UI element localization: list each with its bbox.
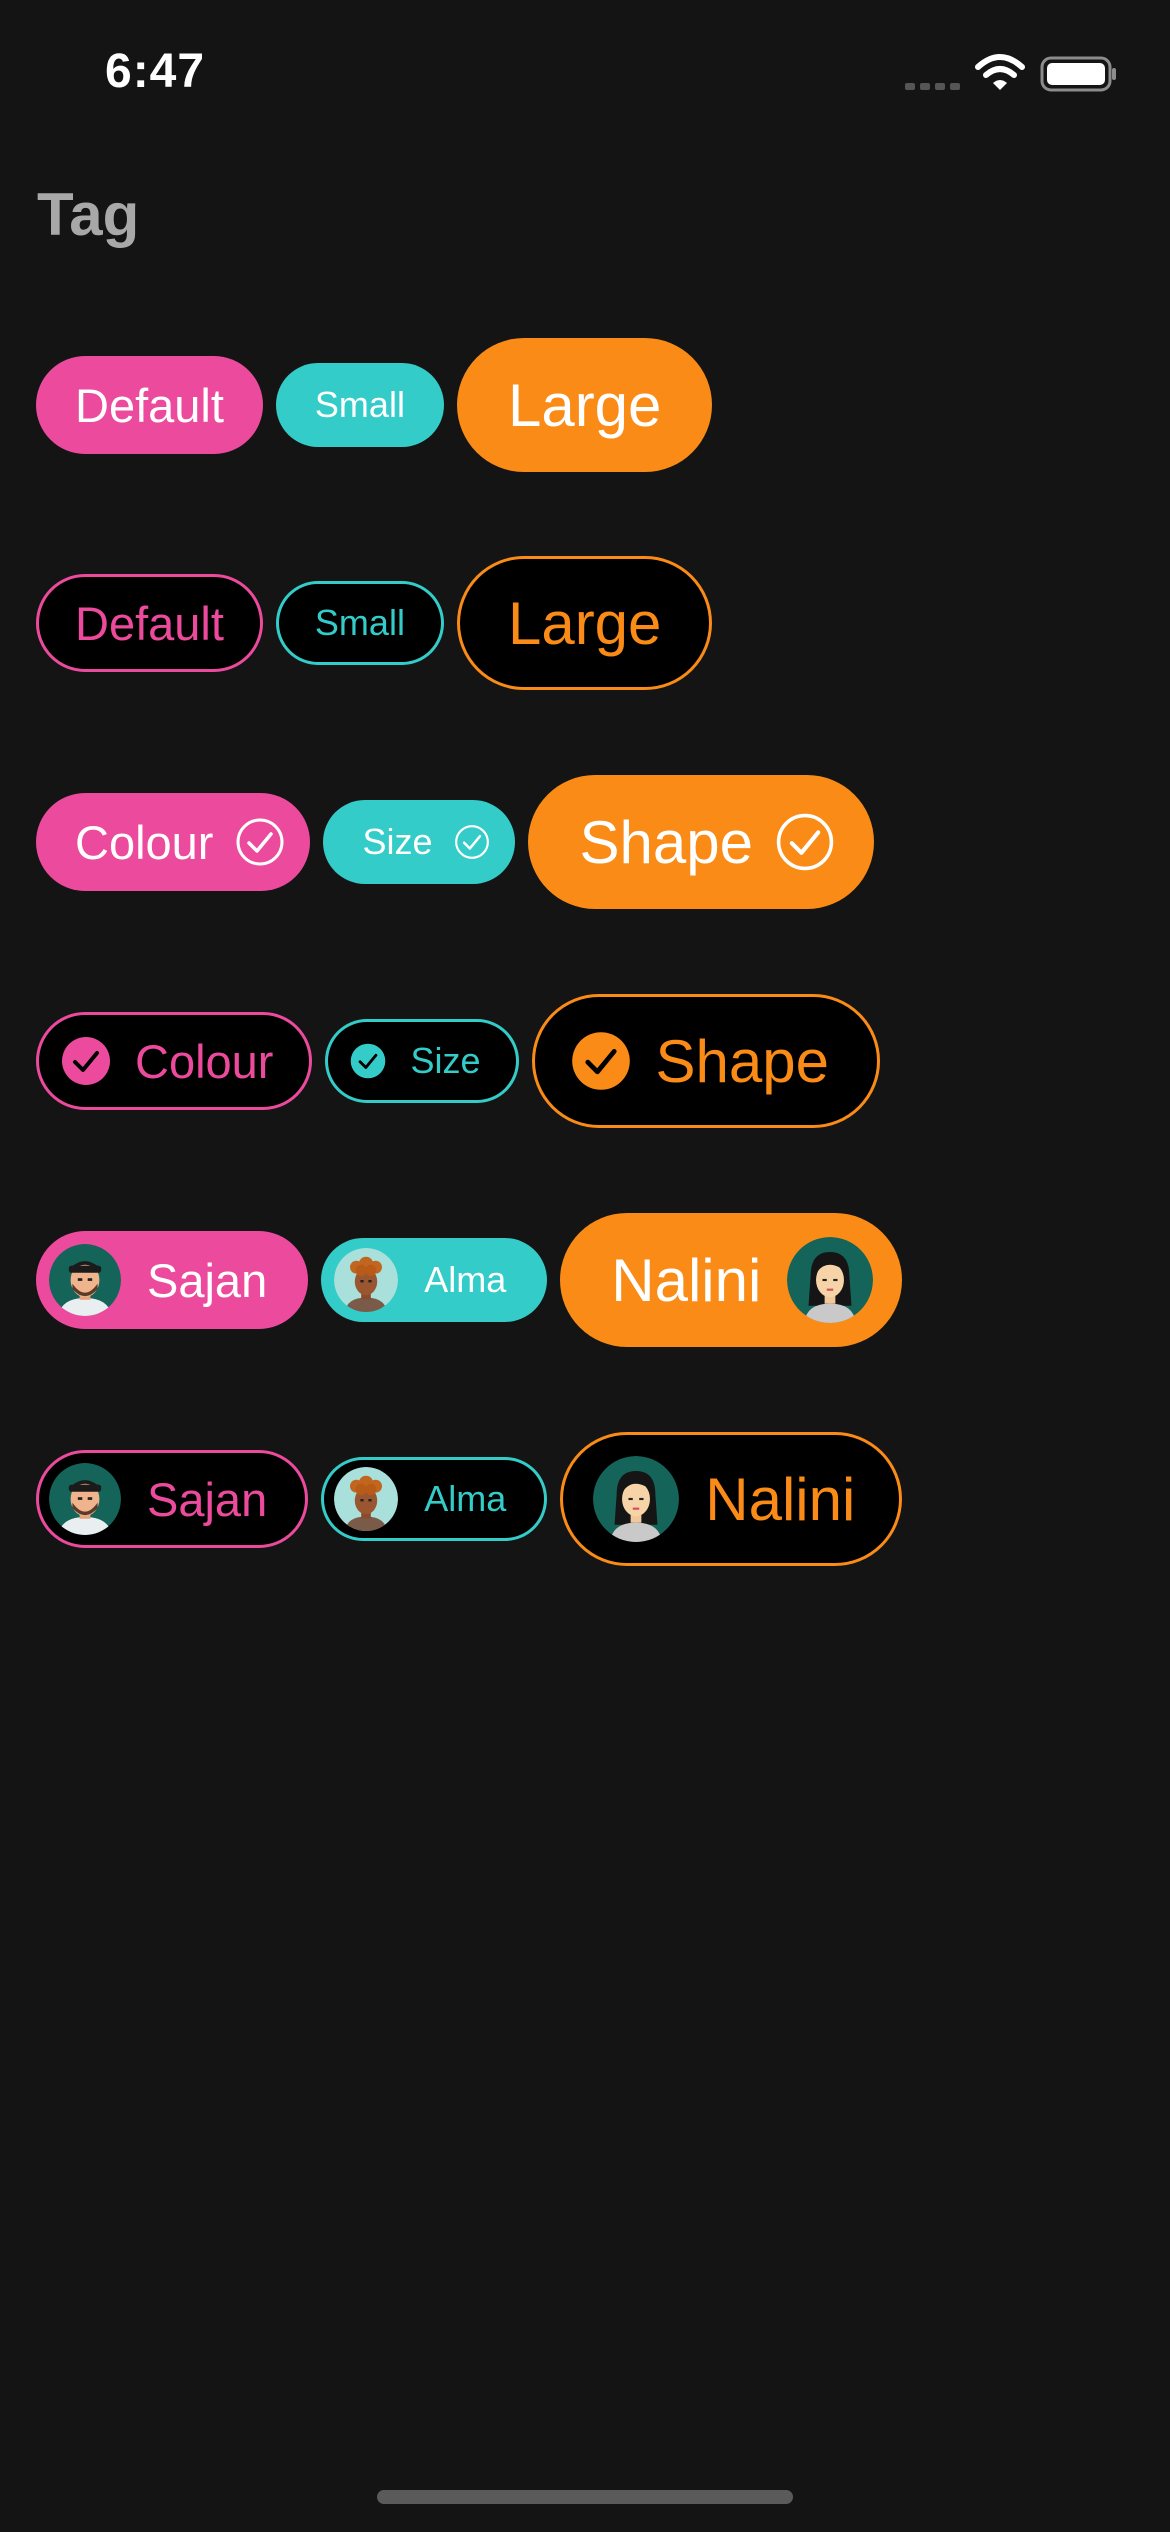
tag-person-alma-filled[interactable]: Alma: [321, 1238, 548, 1322]
tag-label: Default: [75, 596, 224, 650]
tag-label: Colour: [75, 815, 214, 869]
tag-label: Nalini: [705, 1465, 856, 1533]
tag-small-filled[interactable]: Small: [275, 363, 444, 447]
home-indicator[interactable]: [377, 2490, 793, 2504]
check-circle-icon: [571, 1031, 631, 1091]
check-circle-icon: [454, 824, 490, 860]
tag-label: Large: [507, 371, 662, 439]
tag-label: Nalini: [611, 1246, 762, 1314]
cellular-signal-icon: [905, 83, 960, 90]
tag-person-nalini-filled[interactable]: Nalini: [560, 1213, 903, 1347]
battery-icon: [1040, 56, 1116, 92]
tag-label: Default: [75, 378, 224, 432]
tag-default-filled[interactable]: Default: [36, 356, 263, 454]
tag-person-alma-outline[interactable]: Alma: [321, 1457, 548, 1541]
tag-shape-filled-selected[interactable]: Shape: [528, 775, 874, 909]
tag-person-sajan-filled[interactable]: Sajan: [36, 1231, 309, 1329]
tag-row-filled-sizes: Default Small Large: [36, 338, 713, 472]
tag-label: Alma: [424, 1259, 507, 1300]
tag-label: Alma: [424, 1478, 507, 1519]
check-circle-icon: [61, 1036, 111, 1086]
tag-label: Sajan: [147, 1253, 268, 1307]
tag-colour-outline-selected[interactable]: Colour: [36, 1012, 313, 1110]
avatar-alma: [334, 1248, 398, 1312]
tag-label: Size: [362, 821, 433, 862]
tag-large-outline[interactable]: Large: [456, 556, 713, 690]
avatar-sajan: [49, 1463, 121, 1535]
avatar-nalini: [593, 1456, 679, 1542]
page-title: Tag: [37, 181, 140, 248]
avatar-alma: [334, 1467, 398, 1531]
tag-row-filled-avatar: Sajan Alma Nalini: [36, 1213, 903, 1347]
tag-row-outline-check: Colour Size Shape: [36, 994, 880, 1128]
tag-colour-filled-selected[interactable]: Colour: [36, 793, 311, 891]
tag-label: Large: [507, 589, 662, 657]
wifi-icon: [975, 54, 1025, 90]
status-time: 6:47: [105, 45, 206, 98]
avatar-sajan: [49, 1244, 121, 1316]
tag-size-outline-selected[interactable]: Size: [325, 1019, 520, 1103]
tag-shape-outline-selected[interactable]: Shape: [532, 994, 880, 1128]
tag-default-outline[interactable]: Default: [36, 574, 263, 672]
tag-row-outline-avatar: Sajan Alma Nalini: [36, 1432, 903, 1566]
tag-person-nalini-outline[interactable]: Nalini: [560, 1432, 903, 1566]
tag-label: Shape: [655, 1027, 829, 1095]
tag-label: Small: [314, 384, 405, 425]
tag-label: Size: [410, 1040, 481, 1081]
avatar-nalini: [787, 1237, 873, 1323]
tag-label: Small: [314, 602, 405, 643]
status-bar: 6:47: [0, 0, 1170, 150]
check-circle-icon: [775, 812, 835, 872]
tag-label: Shape: [579, 808, 753, 876]
tag-small-outline[interactable]: Small: [275, 581, 444, 665]
tag-large-filled[interactable]: Large: [456, 338, 713, 472]
tag-size-filled-selected[interactable]: Size: [323, 800, 516, 884]
tag-label: Sajan: [147, 1472, 268, 1526]
tag-row-filled-check: Colour Size Shape: [36, 775, 874, 909]
tag-person-sajan-outline[interactable]: Sajan: [36, 1450, 309, 1548]
check-circle-icon: [350, 1043, 386, 1079]
check-circle-icon: [235, 817, 285, 867]
tag-row-outline-sizes: Default Small Large: [36, 556, 713, 690]
tag-label: Colour: [135, 1034, 274, 1088]
